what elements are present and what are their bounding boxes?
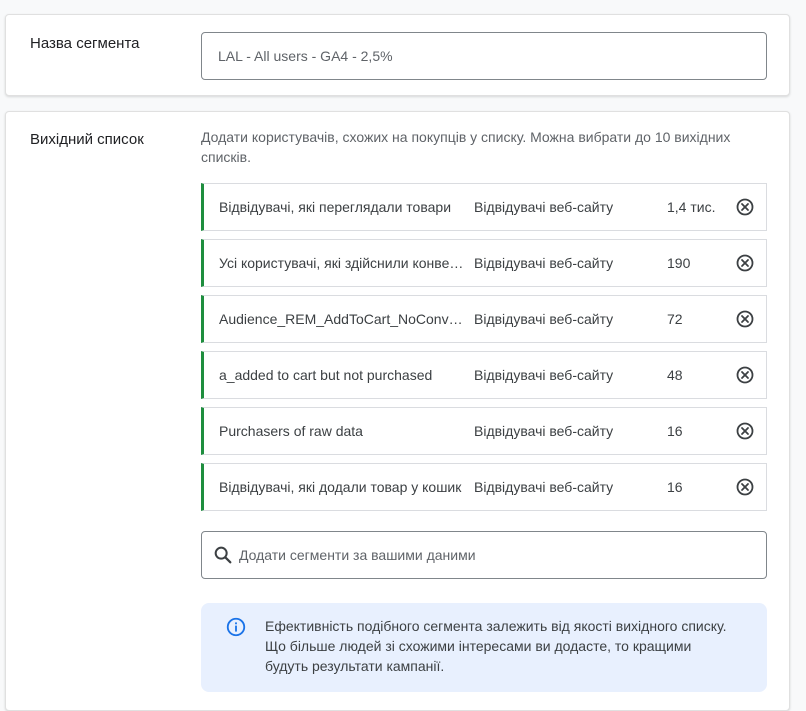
info-icon [226, 617, 246, 637]
remove-circle-icon[interactable] [735, 197, 755, 217]
list-item-size: 16 [667, 423, 683, 439]
list-item: Purchasers of raw data Відвідувачі веб-с… [201, 407, 767, 455]
list-item: Усі користувачі, які здійснили конверсію… [201, 239, 767, 287]
list-item: Відвідувачі, які додали товар у кошик Ві… [201, 463, 767, 511]
list-item-name: Purchasers of raw data [219, 423, 363, 439]
list-item-type: Відвідувачі веб-сайту [474, 311, 614, 327]
list-item: a_added to cart but not purchased Відвід… [201, 351, 767, 399]
list-item-name: Відвідувачі, які додали товар у кошик [219, 479, 462, 495]
list-item-type: Відвідувачі веб-сайту [474, 199, 614, 215]
list-item-name: Усі користувачі, які здійснили конверсію [219, 255, 467, 271]
remove-circle-icon[interactable] [735, 253, 755, 273]
source-list-description: Додати користувачів, схожих на покупців … [201, 129, 731, 165]
list-item-type: Відвідувачі веб-сайту [474, 255, 614, 271]
list-item-type: Відвідувачі веб-сайту [474, 479, 614, 495]
list-item-size: 190 [667, 255, 691, 271]
segment-name-card: Назва сегмента LAL - All users - GA4 - 2… [5, 14, 790, 96]
remove-circle-icon[interactable] [735, 365, 755, 385]
list-item-name: Audience_REM_AddToCart_NoConversion [219, 311, 467, 327]
list-item: Відвідувачі, які переглядали товари Відв… [201, 183, 767, 231]
list-item-size: 1,4 тис. [667, 199, 716, 215]
source-list-label: Вихідний список [30, 131, 144, 148]
list-item: Audience_REM_AddToCart_NoConversion Відв… [201, 295, 767, 343]
add-segments-search [201, 531, 767, 579]
source-list-card: Вихідний список Додати користувачів, схо… [5, 111, 790, 711]
segment-name-input[interactable]: LAL - All users - GA4 - 2,5% [201, 32, 767, 80]
remove-circle-icon[interactable] [735, 309, 755, 329]
list-item-size: 48 [667, 367, 683, 383]
list-item-name: Відвідувачі, які переглядали товари [219, 199, 452, 215]
add-segments-input[interactable] [239, 542, 749, 568]
info-text: Ефективність подібного сегмента залежить… [265, 618, 727, 674]
remove-circle-icon[interactable] [735, 421, 755, 441]
remove-circle-icon[interactable] [735, 477, 755, 497]
list-item-size: 16 [667, 479, 683, 495]
info-banner: Ефективність подібного сегмента залежить… [201, 603, 767, 692]
list-item-type: Відвідувачі веб-сайту [474, 423, 614, 439]
list-item-name: a_added to cart but not purchased [219, 367, 433, 383]
segment-name-label: Назва сегмента [30, 35, 140, 52]
list-item-type: Відвідувачі веб-сайту [474, 367, 614, 383]
segment-name-value: LAL - All users - GA4 - 2,5% [218, 48, 393, 64]
search-icon [214, 546, 232, 564]
list-item-size: 72 [667, 311, 683, 327]
